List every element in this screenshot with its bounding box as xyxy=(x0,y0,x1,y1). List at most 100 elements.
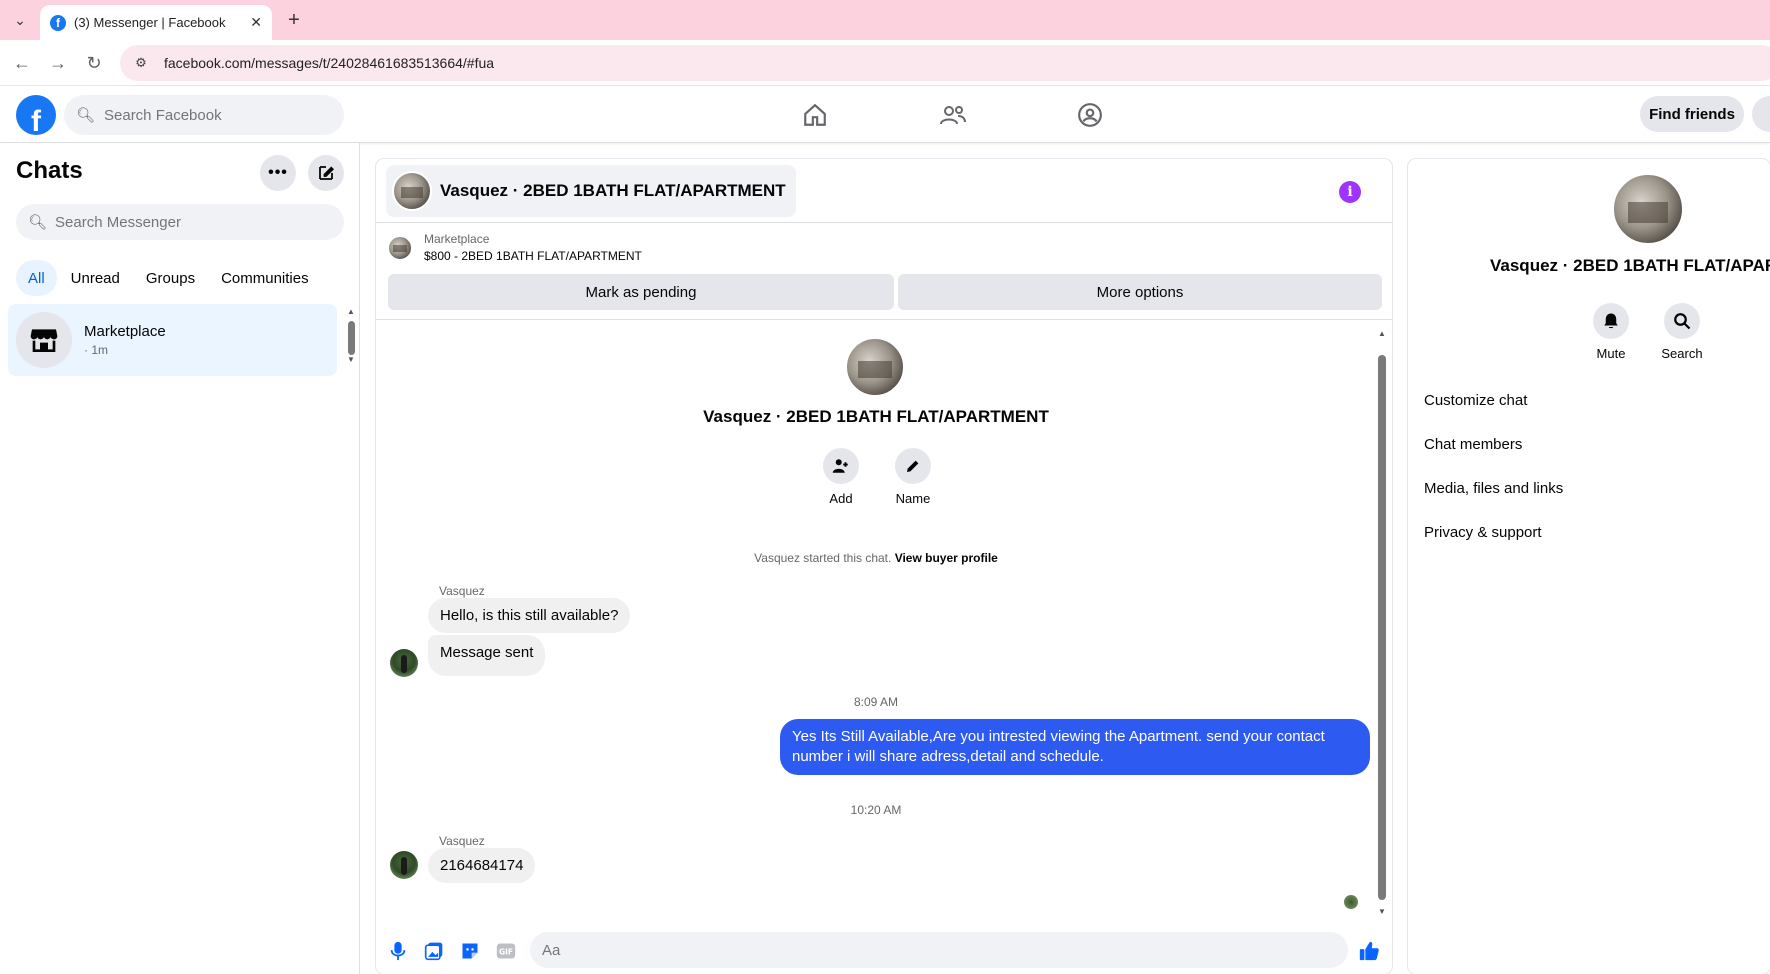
chats-panel: Chats ••• 🔍︎ All Unread Groups Communiti… xyxy=(0,143,360,974)
sticker-icon[interactable] xyxy=(458,939,482,963)
mark-as-pending-button[interactable]: Mark as pending xyxy=(388,274,894,310)
add-people-button[interactable]: Add xyxy=(811,448,871,506)
tab-search-chevron-icon[interactable]: ⌄ xyxy=(8,8,32,32)
sender-avatar[interactable] xyxy=(390,649,418,677)
compose-icon xyxy=(319,166,335,180)
marketplace-store-icon xyxy=(16,312,72,368)
chat-members-row[interactable]: Chat members xyxy=(1424,436,1522,453)
url-omnibox[interactable]: ⚙ facebook.com/messages/t/24028461683513… xyxy=(120,45,1770,81)
message-list: Vasquez · 2BED 1BATH FLAT/APARTMENT Add … xyxy=(376,321,1392,921)
friends-icon[interactable] xyxy=(936,98,970,132)
url-text: facebook.com/messages/t/2402846168351366… xyxy=(164,55,495,71)
chats-options-button[interactable]: ••• xyxy=(260,155,296,191)
new-message-button[interactable] xyxy=(308,155,344,191)
info-icon[interactable]: i xyxy=(1339,181,1361,203)
browser-tabbar: ⌄ f (3) Messenger | Facebook ✕ + xyxy=(0,0,1770,40)
filter-unread[interactable]: Unread xyxy=(59,260,132,296)
chat-item-marketplace[interactable]: Marketplace · 1m xyxy=(8,304,337,376)
intro-name: Vasquez · 2BED 1BATH FLAT/APARTMENT xyxy=(703,407,1049,426)
tab-close-icon[interactable]: ✕ xyxy=(250,14,262,31)
more-dots-icon: ••• xyxy=(268,164,288,181)
new-tab-icon[interactable]: + xyxy=(282,8,306,32)
reload-icon[interactable]: ↻ xyxy=(82,51,106,75)
facebook-search-input[interactable] xyxy=(104,106,304,124)
filter-communities[interactable]: Communities xyxy=(209,260,321,296)
chats-scrollbar-thumb[interactable] xyxy=(348,321,355,355)
tab-title: (3) Messenger | Facebook xyxy=(74,15,226,30)
scroll-down-icon[interactable]: ▼ xyxy=(1378,907,1386,916)
listing-thumbnail xyxy=(388,235,412,260)
incoming-message[interactable]: Message sent xyxy=(428,635,546,676)
sender-avatar[interactable] xyxy=(390,851,418,879)
message-sender: Vasquez xyxy=(439,834,485,848)
more-options-button[interactable]: More options xyxy=(898,274,1382,310)
message-sender: Vasquez xyxy=(439,584,485,598)
microphone-icon[interactable] xyxy=(386,939,410,963)
details-title: Vasquez · 2BED 1BATH FLAT/APARTMENT xyxy=(1490,256,1770,275)
name-chat-button[interactable]: Name xyxy=(883,448,943,506)
facebook-top-nav: f 🔍︎ Find friends xyxy=(0,86,1770,143)
chat-item-name: Marketplace xyxy=(84,323,166,340)
scroll-up-icon[interactable]: ▲ xyxy=(347,307,355,316)
groups-icon[interactable] xyxy=(1073,98,1107,132)
mute-button[interactable]: Mute xyxy=(1581,303,1641,361)
forward-icon[interactable]: → xyxy=(46,51,70,75)
facebook-logo-icon[interactable]: f xyxy=(16,95,56,135)
search-icon: 🔍︎ xyxy=(28,214,48,231)
view-buyer-profile-link[interactable]: View buyer profile xyxy=(895,551,998,565)
message-timestamp: 10:20 AM xyxy=(850,803,902,817)
add-person-icon xyxy=(823,448,859,484)
filter-groups[interactable]: Groups xyxy=(134,260,207,296)
filter-all[interactable]: All xyxy=(16,260,57,296)
marketplace-listing-bar: Marketplace $800 - 2BED 1BATH FLAT/APART… xyxy=(376,224,1392,320)
conversation-header: Vasquez · 2BED 1BATH FLAT/APARTMENT i xyxy=(376,159,1392,223)
search-icon xyxy=(1664,303,1700,339)
name-label: Name xyxy=(895,491,931,506)
back-icon[interactable]: ← xyxy=(10,51,34,75)
browser-address-bar: ← → ↻ ⚙ facebook.com/messages/t/24028461… xyxy=(0,40,1770,86)
message-input[interactable] xyxy=(542,941,1302,959)
message-timestamp: 8:09 AM xyxy=(853,695,899,709)
listing-summary[interactable]: Marketplace $800 - 2BED 1BATH FLAT/APART… xyxy=(388,232,642,263)
chat-started-text: Vasquez started this chat. xyxy=(754,551,892,565)
thumbs-up-icon[interactable] xyxy=(1357,939,1381,963)
conversation-title-button[interactable]: Vasquez · 2BED 1BATH FLAT/APARTMENT xyxy=(386,165,796,217)
marketplace-label: Marketplace xyxy=(424,232,490,246)
scroll-down-icon[interactable]: ▼ xyxy=(347,355,355,364)
seen-indicator-avatar xyxy=(1344,895,1358,909)
customize-chat-row[interactable]: Customize chat xyxy=(1424,392,1527,409)
privacy-support-row[interactable]: Privacy & support xyxy=(1424,524,1542,541)
message-scrollbar[interactable]: ▲ ▼ xyxy=(1377,329,1387,919)
incoming-message[interactable]: Hello, is this still available? xyxy=(428,598,631,633)
messenger-search[interactable]: 🔍︎ xyxy=(16,204,344,240)
mute-label: Mute xyxy=(1596,346,1626,361)
conversation-title: Vasquez · 2BED 1BATH FLAT/APARTMENT xyxy=(440,181,786,200)
site-settings-icon[interactable]: ⚙ xyxy=(132,54,150,72)
menu-grid-icon[interactable] xyxy=(1752,96,1770,132)
chat-details-panel: Vasquez · 2BED 1BATH FLAT/APARTMENT Mute… xyxy=(1408,159,1770,974)
incoming-message[interactable]: 2164684174 xyxy=(428,848,536,883)
media-files-links-row[interactable]: Media, files and links xyxy=(1424,480,1563,497)
gif-icon[interactable]: GIF xyxy=(494,939,518,963)
scroll-up-icon[interactable]: ▲ xyxy=(1378,329,1386,338)
details-avatar[interactable] xyxy=(1612,173,1684,245)
outgoing-message[interactable]: Yes Its Still Available,Are you intreste… xyxy=(780,719,1370,775)
photo-icon[interactable] xyxy=(422,939,446,963)
search-in-chat-button[interactable]: Search xyxy=(1652,303,1712,361)
find-friends-button[interactable]: Find friends xyxy=(1640,96,1744,132)
search-icon: 🔍︎ xyxy=(76,107,96,124)
listing-title: $800 - 2BED 1BATH FLAT/APARTMENT xyxy=(424,249,642,263)
chats-scrollbar[interactable]: ▲ ▼ xyxy=(346,305,356,365)
intro-avatar xyxy=(845,337,905,397)
message-input-box[interactable] xyxy=(530,932,1492,968)
conversation-panel: Vasquez · 2BED 1BATH FLAT/APARTMENT i Ma… xyxy=(376,159,1492,974)
browser-tab[interactable]: f (3) Messenger | Facebook ✕ xyxy=(40,5,272,40)
messenger-search-input[interactable] xyxy=(55,213,255,231)
chat-item-meta: · 1m xyxy=(84,343,108,357)
facebook-search[interactable]: 🔍︎ xyxy=(64,95,344,135)
svg-text:GIF: GIF xyxy=(499,947,513,956)
facebook-favicon-icon: f xyxy=(50,14,66,31)
home-icon[interactable] xyxy=(798,98,832,132)
listing-avatar xyxy=(392,171,432,211)
message-scrollbar-thumb[interactable] xyxy=(1378,355,1386,900)
